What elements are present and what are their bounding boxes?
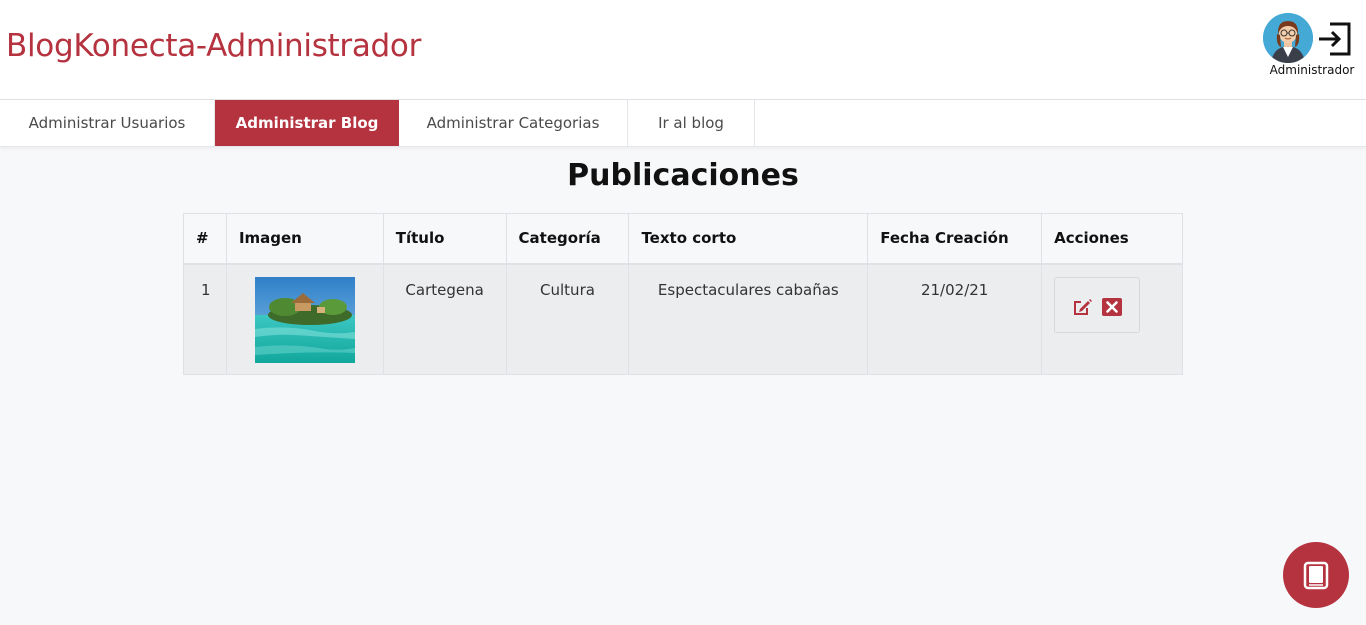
publications-table: # Imagen Título Categoría Texto corto Fe…: [183, 213, 1183, 375]
column-header-short-text: Texto corto: [628, 213, 869, 265]
app-title: BlogKonecta-Administrador: [6, 28, 422, 64]
tab-ir-al-blog[interactable]: Ir al blog: [628, 100, 755, 146]
cell-created-date: 21/02/21: [867, 263, 1043, 375]
column-header-created-date: Fecha Creación: [867, 213, 1043, 265]
cell-actions: [1041, 263, 1183, 375]
user-box: Administrador: [1262, 12, 1366, 82]
tab-administrar-categorias[interactable]: Administrar Categorias: [399, 100, 628, 146]
logout-icon[interactable]: [1316, 20, 1354, 58]
table-header-row: # Imagen Título Categoría Texto corto Fe…: [183, 213, 1183, 265]
header: BlogKonecta-Administrador Administrador: [0, 0, 1366, 100]
main-nav: Administrar Usuarios Administrar Blog Ad…: [0, 100, 1366, 147]
tab-administrar-blog[interactable]: Administrar Blog: [215, 100, 399, 146]
cell-number: 1: [183, 263, 227, 375]
cell-category: Cultura: [505, 263, 630, 375]
delete-icon[interactable]: [1101, 296, 1123, 318]
column-header-number: #: [183, 213, 227, 265]
cell-image: [225, 263, 384, 375]
user-name: Administrador: [1269, 63, 1355, 77]
column-header-actions: Acciones: [1041, 213, 1183, 265]
tab-administrar-usuarios[interactable]: Administrar Usuarios: [0, 100, 215, 146]
actions-group: [1054, 276, 1141, 333]
edit-icon[interactable]: [1071, 296, 1093, 318]
cell-title: Cartegena: [382, 263, 507, 375]
user-avatar-icon[interactable]: [1263, 13, 1313, 63]
floating-book-button[interactable]: [1283, 542, 1349, 608]
table-row: 1 Cartegena Cultura Espectaculares cabañ…: [183, 263, 1183, 375]
column-header-title: Título: [382, 213, 507, 265]
cell-short-text: Espectaculares cabañas: [628, 263, 869, 375]
page-title: Publicaciones: [567, 158, 799, 193]
column-header-category: Categoría: [505, 213, 630, 265]
column-header-image: Imagen: [225, 213, 384, 265]
beach-image: [254, 276, 355, 363]
book-icon: [1303, 561, 1329, 590]
